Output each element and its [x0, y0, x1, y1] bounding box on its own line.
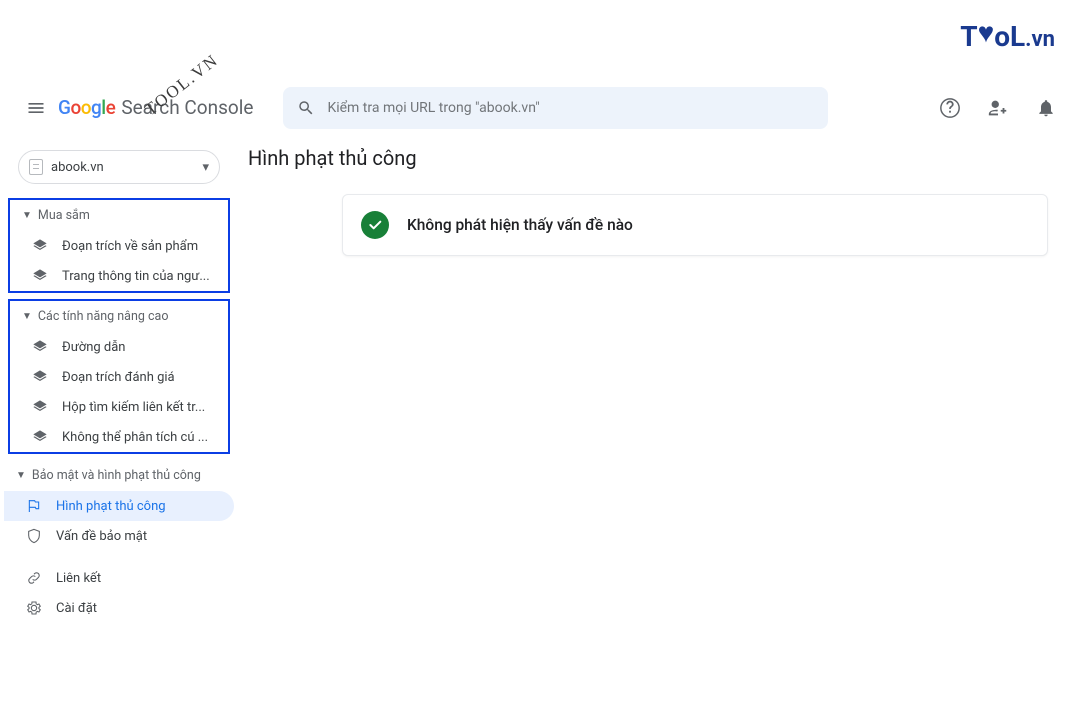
check-circle-icon — [361, 211, 389, 239]
sidebar-item-label: Đoạn trích về sản phẩm — [62, 239, 198, 254]
search-bar[interactable] — [283, 87, 828, 129]
sidebar-item-label: Vấn đề bảo mật — [56, 529, 147, 544]
layers-icon — [32, 399, 48, 415]
sidebar-item-label: Không thể phân tích cú ... — [62, 430, 208, 445]
sidebar: abook.vn ▾ ▼ Mua sắm Đoạn trích về sản p… — [4, 136, 234, 640]
app-frame: Google Search Console abook.vn ▾ — [4, 80, 1076, 640]
section-shopping[interactable]: ▼ Mua sắm — [10, 200, 228, 231]
shield-icon — [26, 528, 42, 544]
layers-icon — [32, 369, 48, 385]
arrow-down-icon: ▼ — [16, 470, 26, 481]
sidebar-item-label: Đoạn trích đánh giá — [62, 370, 175, 385]
top-actions — [930, 88, 1066, 128]
menu-button[interactable] — [14, 86, 58, 130]
bell-icon — [1036, 98, 1056, 118]
google-logo: Google — [58, 96, 115, 119]
watermark-logo: T♥oL.vn — [960, 20, 1055, 53]
sidebar-item-manual-actions[interactable]: Hình phạt thủ công — [4, 491, 234, 521]
sidebar-item-settings[interactable]: Cài đặt — [4, 593, 234, 623]
sidebar-item-links[interactable]: Liên kết — [4, 563, 234, 593]
sidebar-item-breadcrumbs[interactable]: Đường dẫn — [10, 332, 228, 362]
section-label: Bảo mật và hình phạt thủ công — [32, 468, 201, 483]
flag-icon — [26, 498, 42, 514]
section-label: Mua sắm — [38, 208, 90, 223]
hamburger-icon — [26, 98, 46, 118]
sidebar-item-label: Đường dẫn — [62, 340, 125, 355]
users-icon — [987, 97, 1009, 119]
sidebar-item-sitelinks-searchbox[interactable]: Hộp tìm kiếm liên kết tr... — [10, 392, 228, 422]
gear-icon — [26, 600, 42, 616]
help-button[interactable] — [930, 88, 970, 128]
link-icon — [26, 570, 42, 586]
property-selector[interactable]: abook.vn ▾ — [18, 150, 220, 184]
highlight-box-enhancements: ▼ Các tính năng nâng cao Đường dẫn Đoạn … — [8, 299, 230, 454]
layers-icon — [32, 429, 48, 445]
sidebar-item-label: Hình phạt thủ công — [56, 499, 166, 514]
sidebar-item-label: Cài đặt — [56, 601, 97, 616]
page-title: Hình phạt thủ công — [248, 146, 1064, 170]
section-enhancements[interactable]: ▼ Các tính năng nâng cao — [10, 301, 228, 332]
arrow-down-icon: ▼ — [22, 311, 32, 322]
sidebar-item-review-snippets[interactable]: Đoạn trích đánh giá — [10, 362, 228, 392]
sidebar-item-security-issues[interactable]: Vấn đề bảo mật — [4, 521, 234, 551]
chevron-down-icon: ▾ — [202, 160, 209, 175]
layers-icon — [32, 238, 48, 254]
section-label: Các tính năng nâng cao — [38, 309, 169, 324]
notifications-button[interactable] — [1026, 88, 1066, 128]
arrow-down-icon: ▼ — [22, 210, 32, 221]
section-security[interactable]: ▼ Bảo mật và hình phạt thủ công — [4, 460, 234, 491]
search-input[interactable] — [327, 100, 814, 116]
main-content: Hình phạt thủ công Không phát hiện thấy … — [234, 136, 1076, 640]
status-card: Không phát hiện thấy vấn đề nào — [342, 194, 1048, 256]
sidebar-item-unparsable[interactable]: Không thể phân tích cú ... — [10, 422, 228, 452]
highlight-box-shopping: ▼ Mua sắm Đoạn trích về sản phẩm Trang t… — [8, 198, 230, 293]
search-icon — [297, 99, 315, 117]
product-name: Search Console — [121, 96, 253, 119]
sidebar-item-label: Trang thông tin của ngư... — [62, 269, 210, 284]
layers-icon — [32, 268, 48, 284]
status-message: Không phát hiện thấy vấn đề nào — [407, 216, 633, 234]
sidebar-item-label: Liên kết — [56, 571, 101, 586]
sidebar-item-product-snippets[interactable]: Đoạn trích về sản phẩm — [10, 231, 228, 261]
document-icon — [29, 159, 43, 175]
help-icon — [939, 97, 961, 119]
users-button[interactable] — [978, 88, 1018, 128]
property-label: abook.vn — [51, 160, 194, 175]
layers-icon — [32, 339, 48, 355]
sidebar-item-label: Hộp tìm kiếm liên kết tr... — [62, 400, 205, 415]
sidebar-item-merchant-listings[interactable]: Trang thông tin của ngư... — [10, 261, 228, 291]
